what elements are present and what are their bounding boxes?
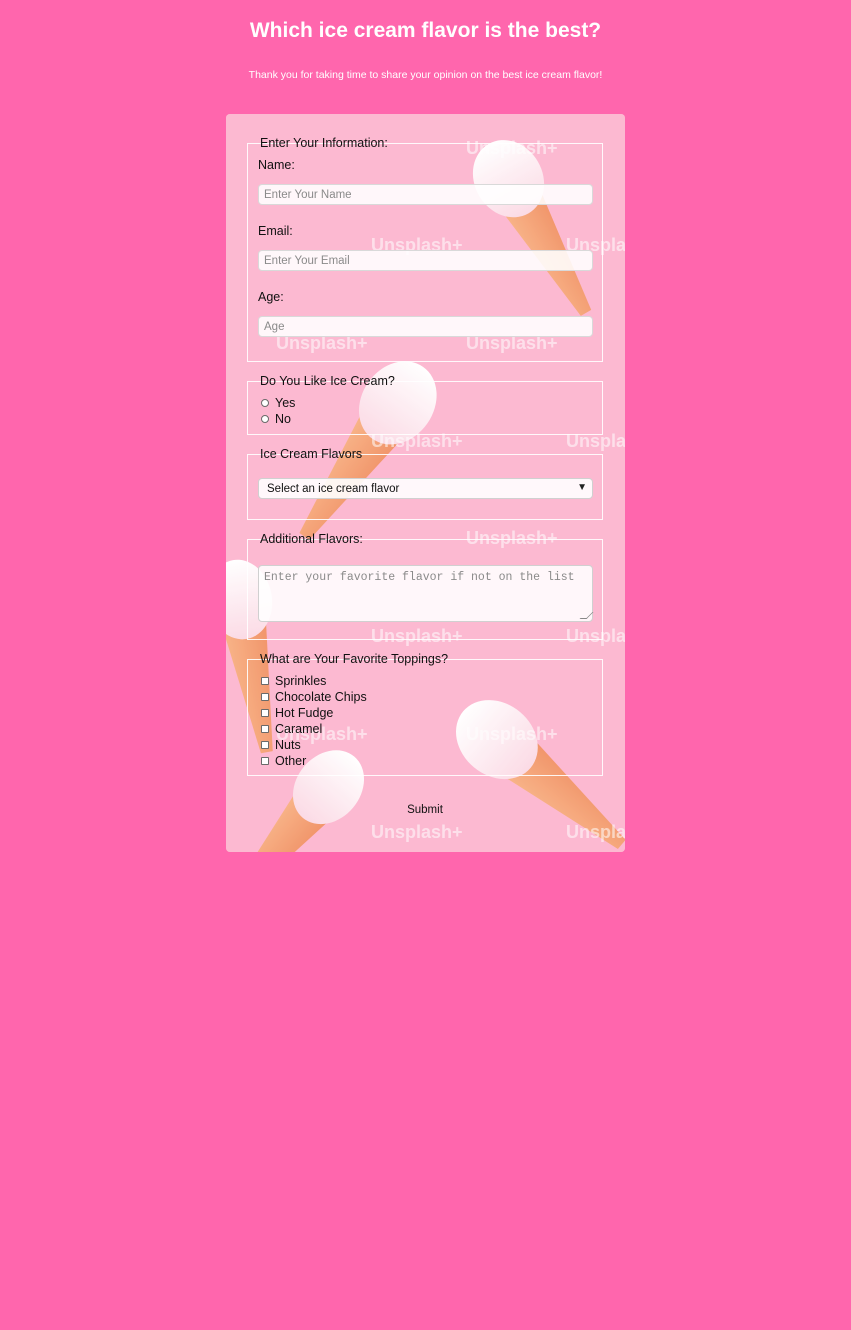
flavor-select-value: Select an ice cream flavor [267, 483, 400, 495]
toppings-fieldset: What are Your Favorite Toppings? Sprinkl… [247, 652, 603, 776]
radio-option-yes[interactable]: Yes [261, 395, 295, 410]
checkbox-option-nuts[interactable]: Nuts [261, 737, 301, 752]
toppings-legend: What are Your Favorite Toppings? [260, 652, 449, 666]
info-legend: Enter Your Information: [260, 136, 388, 150]
radio-option-no[interactable]: No [261, 411, 291, 426]
page-subtitle: Thank you for taking time to share your … [248, 69, 603, 81]
checkbox[interactable] [261, 692, 269, 701]
checkbox-option-hot-fudge[interactable]: Hot Fudge [261, 705, 333, 720]
radio-label: Yes [275, 395, 296, 410]
additional-flavors-placeholder: Enter your favorite flavor if not on the… [264, 571, 575, 584]
name-input[interactable] [258, 184, 593, 205]
checkbox-label: Hot Fudge [275, 705, 334, 720]
checkbox-label: Other [275, 753, 307, 768]
like-ice-cream-fieldset: Do You Like Ice Cream? Yes No [247, 374, 603, 435]
radio-button[interactable] [261, 414, 269, 423]
checkbox-label: Sprinkles [275, 673, 327, 688]
radio-button[interactable] [261, 398, 269, 407]
email-input[interactable] [258, 250, 593, 271]
checkbox-label: Caramel [275, 721, 323, 736]
info-fieldset: Enter Your Information: Name: Email: Age… [247, 136, 603, 362]
additional-flavors-fieldset: Additional Flavors: Enter your favorite … [247, 532, 603, 640]
submit-button[interactable]: Submit [392, 801, 458, 819]
additional-flavors-textarea[interactable]: Enter your favorite flavor if not on the… [258, 565, 594, 622]
checkbox[interactable] [261, 708, 269, 717]
flavors-fieldset: Ice Cream Flavors Select an ice cream fl… [247, 447, 603, 520]
resize-handle-icon[interactable] [579, 612, 594, 619]
email-label: Email: [258, 224, 293, 238]
checkbox-label: Chocolate Chips [275, 689, 367, 704]
checkbox[interactable] [261, 740, 269, 749]
like-ice-cream-legend: Do You Like Ice Cream? [260, 374, 395, 388]
checkbox-option-other[interactable]: Other [261, 753, 306, 768]
age-input[interactable] [258, 316, 593, 337]
additional-flavors-legend: Additional Flavors: [260, 532, 363, 546]
checkbox-option-caramel[interactable]: Caramel [261, 721, 322, 736]
name-label: Name: [258, 158, 295, 172]
checkbox-option-chocolate-chips[interactable]: Chocolate Chips [261, 689, 367, 704]
age-label: Age: [258, 290, 284, 304]
page-title: Which ice cream flavor is the best? [249, 19, 602, 42]
checkbox-label: Nuts [275, 737, 301, 752]
flavors-legend: Ice Cream Flavors [260, 447, 363, 461]
radio-label: No [275, 411, 291, 426]
survey-form-card: Unsplash+ Unsplash+ Unsplash+ Unsplash+ … [226, 114, 625, 852]
checkbox[interactable] [261, 756, 269, 765]
chevron-down-icon: ▼ [577, 482, 587, 493]
checkbox[interactable] [261, 676, 269, 685]
checkbox-option-sprinkles[interactable]: Sprinkles [261, 673, 326, 688]
flavor-select[interactable]: Select an ice cream flavor ▼ [258, 478, 593, 499]
checkbox[interactable] [261, 724, 269, 733]
